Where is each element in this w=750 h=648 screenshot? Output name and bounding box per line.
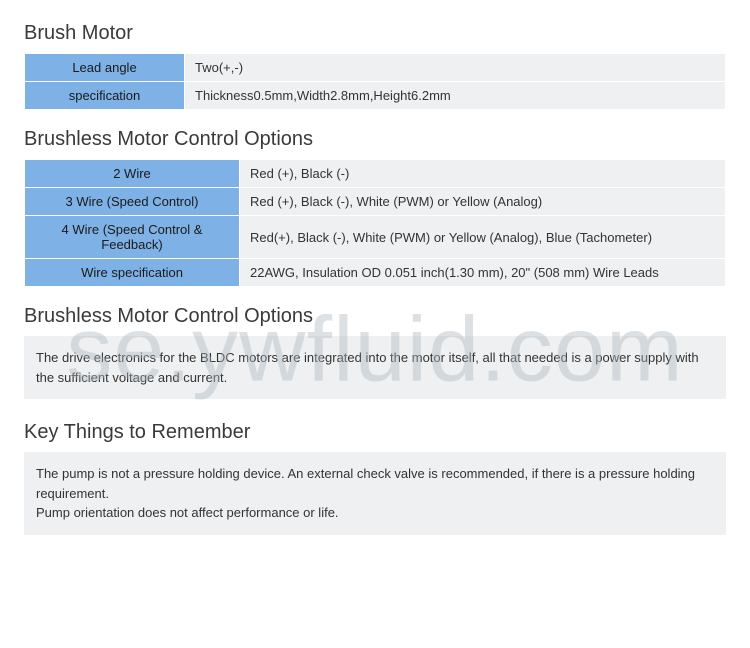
table-row: 3 Wire (Speed Control) Red (+), Black (-… [25, 188, 726, 216]
table-row: 2 Wire Red (+), Black (-) [25, 160, 726, 188]
table-row: Lead angle Two(+,-) [25, 54, 726, 82]
document-content: Brush Motor Lead angle Two(+,-) specific… [0, 0, 750, 535]
brush-motor-table: Lead angle Two(+,-) specification Thickn… [24, 53, 726, 110]
table-row: Wire specification 22AWG, Insulation OD … [25, 259, 726, 287]
cell-label: specification [25, 82, 185, 110]
section-title-key-things: Key Things to Remember [24, 421, 726, 444]
cell-value: Thickness0.5mm,Width2.8mm,Height6.2mm [185, 82, 726, 110]
brushless-options-table: 2 Wire Red (+), Black (-) 3 Wire (Speed … [24, 159, 726, 287]
cell-value: Red (+), Black (-) [240, 160, 726, 188]
info-line: The pump is not a pressure holding devic… [36, 464, 714, 503]
table-row: specification Thickness0.5mm,Width2.8mm,… [25, 82, 726, 110]
cell-label: Wire specification [25, 259, 240, 287]
cell-label: 2 Wire [25, 160, 240, 188]
cell-value: Red(+), Black (-), White (PWM) or Yellow… [240, 216, 726, 259]
cell-label: 3 Wire (Speed Control) [25, 188, 240, 216]
info-box-key-things: The pump is not a pressure holding devic… [24, 452, 726, 535]
section-title-brush-motor: Brush Motor [24, 22, 726, 45]
info-box-drive-electronics: The drive electronics for the BLDC motor… [24, 336, 726, 399]
info-line: Pump orientation does not affect perform… [36, 503, 714, 523]
cell-label: Lead angle [25, 54, 185, 82]
cell-label: 4 Wire (Speed Control & Feedback) [25, 216, 240, 259]
section-title-brushless-options: Brushless Motor Control Options [24, 128, 726, 151]
section-title-brushless-options-2: Brushless Motor Control Options [24, 305, 726, 328]
cell-value: 22AWG, Insulation OD 0.051 inch(1.30 mm)… [240, 259, 726, 287]
cell-value: Red (+), Black (-), White (PWM) or Yello… [240, 188, 726, 216]
table-row: 4 Wire (Speed Control & Feedback) Red(+)… [25, 216, 726, 259]
cell-value: Two(+,-) [185, 54, 726, 82]
